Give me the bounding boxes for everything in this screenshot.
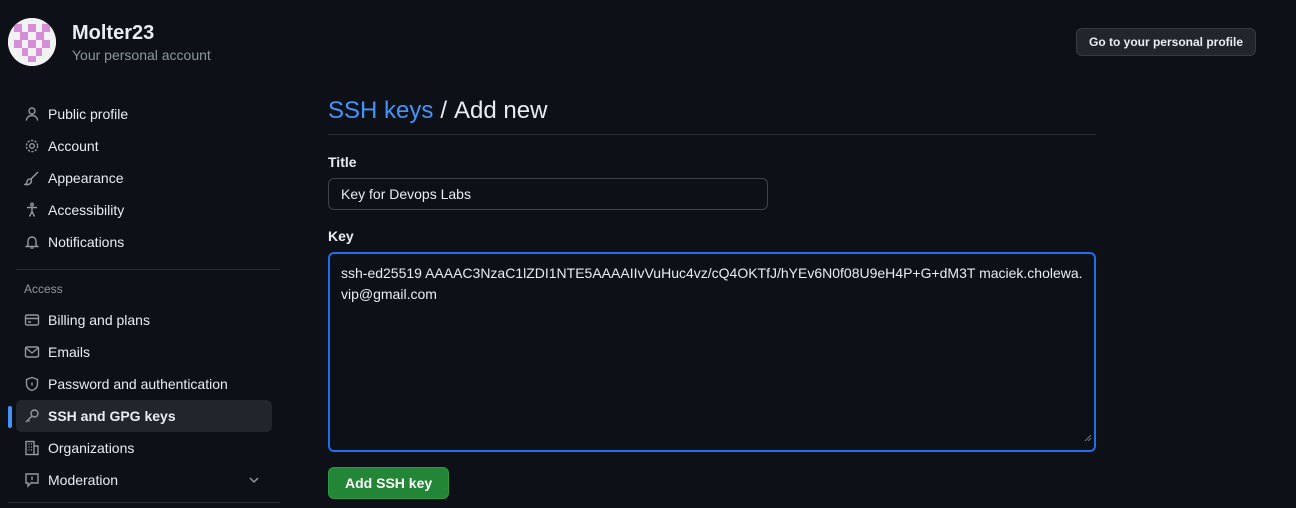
chevron-down-icon[interactable]	[246, 472, 262, 488]
sidebar-item-password[interactable]: Password and authentication	[16, 368, 272, 400]
report-icon	[24, 472, 40, 488]
key-textarea[interactable]: ssh-ed25519 AAAAC3NzaC1lZDI1NTE5AAAAIIvV…	[328, 252, 1096, 452]
sidebar-item-notifications[interactable]: Notifications	[16, 226, 272, 258]
sidebar-item-label: Account	[48, 138, 99, 154]
resize-handle-icon[interactable]	[1084, 427, 1092, 448]
settings-sidebar: Public profile Account Appearance Access…	[8, 98, 280, 496]
sidebar-bottom-divider	[8, 502, 280, 503]
sidebar-item-ssh-gpg-keys[interactable]: SSH and GPG keys	[8, 400, 272, 432]
sidebar-item-label: Emails	[48, 344, 91, 360]
sidebar-item-account[interactable]: Account	[16, 130, 272, 162]
sidebar-item-billing[interactable]: Billing and plans	[16, 304, 272, 336]
avatar[interactable]	[8, 18, 56, 66]
shield-lock-icon	[24, 376, 40, 392]
sidebar-item-label: SSH and GPG keys	[48, 408, 176, 424]
sidebar-item-appearance[interactable]: Appearance	[16, 162, 272, 194]
account-name: Molter23	[72, 22, 155, 44]
sidebar-item-label: Password and authentication	[48, 376, 228, 392]
sidebar-item-label: Public profile	[48, 106, 129, 122]
sidebar-item-label: Organizations	[48, 440, 135, 456]
title-divider	[328, 134, 1096, 135]
sidebar-item-label: Notifications	[48, 234, 125, 250]
sidebar-item-public-profile[interactable]: Public profile	[16, 98, 272, 130]
sidebar-item-label: Accessibility	[48, 202, 125, 218]
sidebar-section-access: Access	[24, 282, 63, 296]
key-label: Key	[328, 228, 354, 244]
sidebar-item-accessibility[interactable]: Accessibility	[16, 194, 272, 226]
key-value: ssh-ed25519 AAAAC3NzaC1lZDI1NTE5AAAAIIvV…	[341, 265, 1083, 302]
sidebar-item-organizations[interactable]: Organizations	[16, 432, 272, 464]
sidebar-item-emails[interactable]: Emails	[16, 336, 272, 368]
active-indicator	[8, 406, 12, 428]
go-to-profile-button[interactable]: Go to your personal profile	[1075, 28, 1256, 56]
bell-icon	[24, 234, 40, 250]
breadcrumb-current: Add new	[454, 97, 548, 124]
organization-icon	[24, 440, 40, 456]
mail-icon	[24, 344, 40, 360]
person-icon	[24, 106, 40, 122]
breadcrumb-separator: /	[440, 97, 448, 124]
sidebar-item-label: Billing and plans	[48, 312, 150, 328]
sidebar-divider	[16, 269, 280, 270]
add-ssh-key-form: SSH keys / Add new Title Key for Devops …	[328, 92, 1096, 499]
sidebar-item-moderation[interactable]: Moderation	[16, 464, 272, 496]
page-title: SSH keys / Add new	[328, 92, 1096, 130]
credit-card-icon	[24, 312, 40, 328]
sidebar-item-label: Appearance	[48, 170, 124, 186]
key-icon	[24, 408, 40, 424]
accessibility-icon	[24, 202, 40, 218]
add-ssh-key-button[interactable]: Add SSH key	[328, 467, 450, 499]
title-label: Title	[328, 154, 357, 170]
paintbrush-icon	[24, 170, 40, 186]
gear-icon	[24, 138, 40, 154]
title-input[interactable]: Key for Devops Labs	[328, 178, 768, 210]
breadcrumb-ssh-keys-link[interactable]: SSH keys	[328, 97, 433, 125]
account-subtitle: Your personal account	[72, 47, 211, 63]
sidebar-item-label: Moderation	[48, 472, 119, 488]
